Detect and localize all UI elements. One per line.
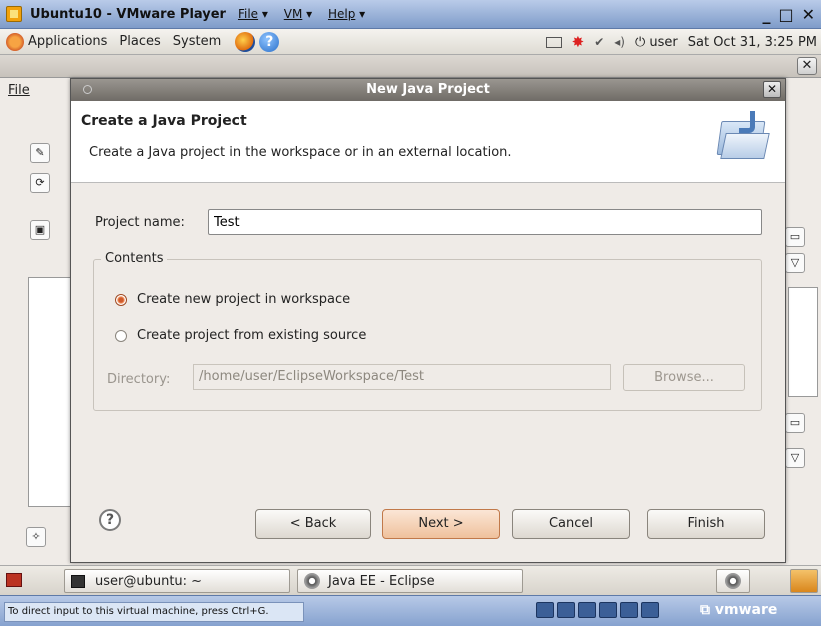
- contents-label: Contents: [101, 251, 168, 266]
- close-button[interactable]: ✕: [802, 5, 815, 24]
- eclipse-icon: [304, 573, 320, 589]
- maximize-view-icon-2[interactable]: ▭: [785, 413, 805, 433]
- usb-icon[interactable]: [620, 602, 638, 618]
- taskbar-eclipse-label: Java EE - Eclipse: [328, 573, 435, 589]
- project-name-input[interactable]: [208, 209, 762, 235]
- right-view-pane: [788, 287, 818, 397]
- ubuntu-taskbar: user@ubuntu: ~ Java EE - Eclipse: [0, 565, 821, 595]
- trash-icon[interactable]: [790, 569, 818, 593]
- dialog-header: Create a Java Project Create a Java proj…: [71, 101, 785, 183]
- dialog-close-button[interactable]: ✕: [763, 81, 781, 98]
- left-view-pane: [28, 277, 72, 507]
- dialog-title-bar: New Java Project ✕: [71, 79, 785, 101]
- eclipse-close-icon[interactable]: ✕: [797, 57, 817, 75]
- workspace-switcher[interactable]: [716, 569, 750, 593]
- view-menu-chevron-icon-2[interactable]: ▽: [785, 448, 805, 468]
- radio-new-label: Create new project in workspace: [137, 292, 351, 307]
- cancel-button[interactable]: Cancel: [512, 509, 630, 539]
- taskbar-item-terminal[interactable]: user@ubuntu: ~: [64, 569, 290, 593]
- taskbar-terminal-label: user@ubuntu: ~: [95, 573, 203, 589]
- volume-icon[interactable]: ◂): [614, 35, 625, 49]
- browse-button: Browse...: [623, 364, 745, 391]
- menu-places[interactable]: Places: [119, 34, 160, 49]
- radio-existing-label: Create project from existing source: [137, 328, 367, 343]
- window-menu-icon[interactable]: [83, 85, 92, 94]
- new-java-project-dialog: New Java Project ✕ Create a Java Project…: [70, 78, 786, 563]
- show-desktop-icon[interactable]: [6, 573, 22, 587]
- new-wizard-icon[interactable]: ✎: [30, 143, 50, 163]
- finish-button[interactable]: Finish: [647, 509, 765, 539]
- vm-menu-help[interactable]: Help ▾: [328, 7, 365, 21]
- new-item-icon[interactable]: ✧: [26, 527, 46, 547]
- project-explorer-icon[interactable]: ▣: [30, 220, 50, 240]
- minimize-button[interactable]: _: [762, 5, 770, 24]
- maximize-button[interactable]: □: [778, 5, 793, 24]
- mail-icon[interactable]: [545, 36, 562, 48]
- taskbar-item-eclipse[interactable]: Java EE - Eclipse: [297, 569, 523, 593]
- vmware-title-bar: Ubuntu10 - VMware Player File ▾ VM ▾ Hel…: [0, 0, 821, 29]
- ubuntu-top-panel: Applications Places System ? ✸ ✔ ◂) ⏻ us…: [0, 29, 821, 55]
- menu-applications[interactable]: Applications: [28, 34, 107, 49]
- update-alert-icon[interactable]: ✸: [572, 33, 585, 51]
- network-icon[interactable]: ✔: [594, 35, 604, 49]
- status-message: To direct input to this virtual machine,…: [4, 602, 304, 622]
- vm-device-icons: [536, 602, 659, 618]
- refresh-icon[interactable]: ⟳: [30, 173, 50, 193]
- help-launcher-icon[interactable]: ?: [259, 31, 280, 52]
- dialog-description: Create a Java project in the workspace o…: [89, 145, 512, 160]
- vmware-window-title: Ubuntu10 - VMware Player: [30, 6, 226, 22]
- maximize-view-icon[interactable]: ▭: [785, 227, 805, 247]
- java-project-folder-icon: [715, 111, 771, 161]
- directory-label: Directory:: [107, 372, 171, 387]
- network-adapter-icon[interactable]: [599, 602, 617, 618]
- dialog-title: New Java Project: [366, 82, 490, 97]
- eclipse-title-bar: [0, 55, 821, 78]
- directory-input: /home/user/EclipseWorkspace/Test: [193, 364, 611, 390]
- vmware-status-bar: To direct input to this virtual machine,…: [0, 595, 821, 626]
- gnome-foot-icon: [6, 32, 24, 51]
- vmware-app-icon: [6, 6, 22, 22]
- clock[interactable]: Sat Oct 31, 3:25 PM: [688, 35, 817, 50]
- vmware-menubar: File ▾ VM ▾ Help ▾: [238, 7, 377, 21]
- user-switcher[interactable]: ⏻ user: [635, 35, 678, 50]
- radio-unselected-icon[interactable]: [115, 329, 127, 342]
- eclipse-menu-file[interactable]: File: [8, 83, 30, 98]
- radio-selected-icon[interactable]: [115, 293, 127, 306]
- next-button[interactable]: Next >: [382, 509, 500, 539]
- menu-system[interactable]: System: [173, 34, 221, 49]
- cdrom-icon[interactable]: [557, 602, 575, 618]
- vm-menu-vm[interactable]: VM ▾: [284, 7, 312, 21]
- hdd-icon[interactable]: [536, 602, 554, 618]
- radio-new-project-in-workspace[interactable]: Create new project in workspace: [115, 292, 350, 307]
- floppy-icon[interactable]: [578, 602, 596, 618]
- project-name-label: Project name:: [95, 215, 185, 230]
- sound-icon[interactable]: [641, 602, 659, 618]
- vm-menu-file[interactable]: File ▾: [238, 7, 268, 21]
- view-menu-chevron-icon[interactable]: ▽: [785, 253, 805, 273]
- firefox-icon[interactable]: [235, 31, 256, 52]
- workspace-icon: [725, 573, 741, 589]
- dialog-heading: Create a Java Project: [81, 113, 247, 129]
- vmware-logo: ⧉ vmware: [700, 602, 778, 618]
- help-icon[interactable]: ?: [99, 509, 121, 531]
- back-button[interactable]: < Back: [255, 509, 371, 539]
- terminal-icon: [71, 574, 85, 588]
- radio-project-from-existing-source[interactable]: Create project from existing source: [115, 328, 366, 343]
